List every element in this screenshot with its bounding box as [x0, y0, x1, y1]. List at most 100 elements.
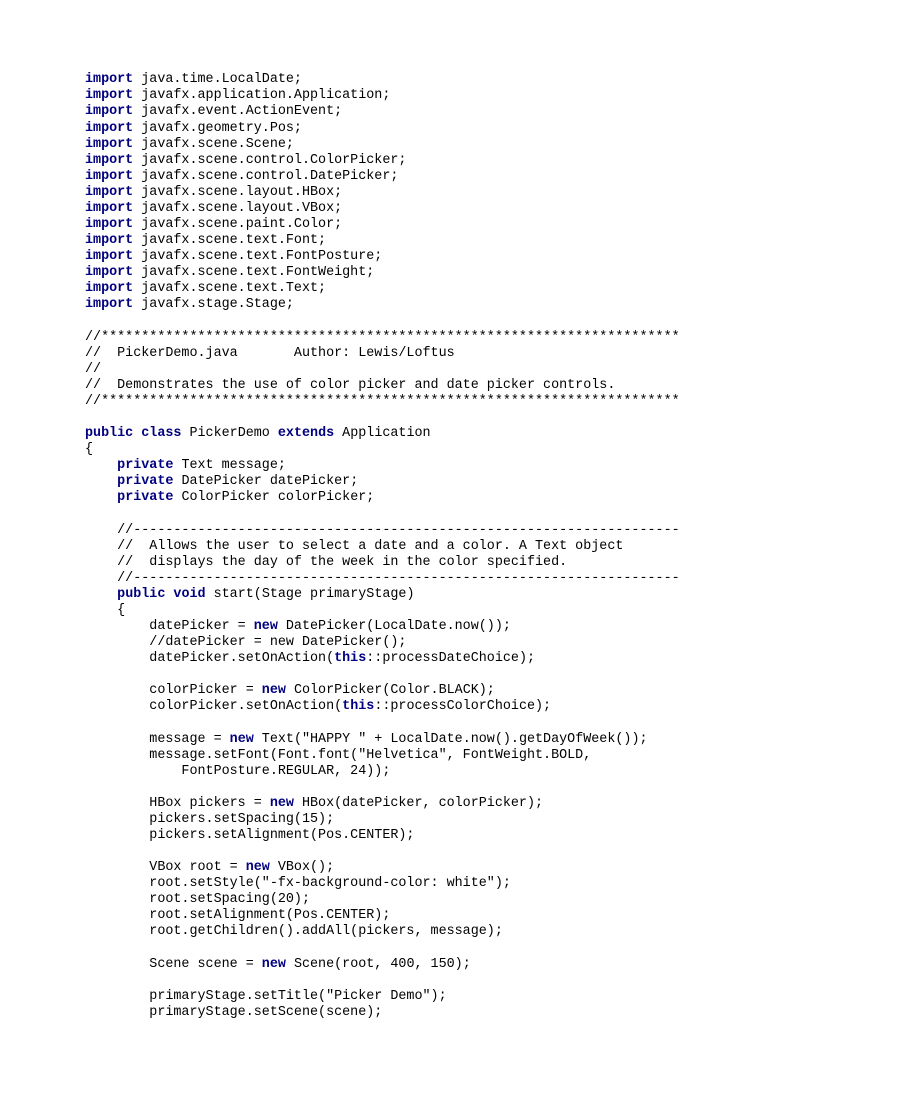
code-token: javafx.stage.Stage; — [133, 297, 294, 312]
code-line: import javafx.scene.control.DatePicker; — [85, 169, 398, 184]
code-token: javafx.scene.text.Font; — [133, 233, 326, 248]
code-line: // Demonstrates the use of color picker … — [85, 378, 615, 393]
code-line: Scene scene = new Scene(root, 400, 150); — [85, 957, 471, 972]
keyword-token: new — [246, 860, 270, 875]
keyword-token: import — [85, 201, 133, 216]
code-token — [85, 458, 117, 473]
code-token: ColorPicker(Color.BLACK); — [286, 683, 495, 698]
code-token: datePicker.setOnAction( — [85, 651, 334, 666]
code-line: import javafx.scene.control.ColorPicker; — [85, 153, 406, 168]
code-line: root.getChildren().addAll(pickers, messa… — [85, 924, 503, 939]
code-token: // Demonstrates the use of color picker … — [85, 378, 615, 393]
code-token: ::processDateChoice); — [366, 651, 535, 666]
code-line: import javafx.scene.text.FontPosture; — [85, 249, 382, 264]
code-line: // PickerDemo.java Author: Lewis/Loftus — [85, 346, 455, 361]
keyword-token: new — [262, 957, 286, 972]
keyword-token: import — [85, 72, 133, 87]
code-token: java.time.LocalDate; — [133, 72, 302, 87]
code-token — [85, 474, 117, 489]
code-token: // — [85, 362, 101, 377]
code-line: import javafx.stage.Stage; — [85, 297, 294, 312]
keyword-token: public — [117, 587, 165, 602]
code-line: // — [85, 362, 101, 377]
code-line: import javafx.scene.Scene; — [85, 137, 294, 152]
code-line: import javafx.scene.layout.HBox; — [85, 185, 342, 200]
code-token: javafx.scene.text.Text; — [133, 281, 326, 296]
code-token: DatePicker datePicker; — [173, 474, 358, 489]
code-line: colorPicker.setOnAction(this::processCol… — [85, 699, 551, 714]
keyword-token: import — [85, 121, 133, 136]
code-line: primaryStage.setScene(scene); — [85, 1005, 382, 1020]
code-token: root.setSpacing(20); — [85, 892, 310, 907]
code-token: root.setAlignment(Pos.CENTER); — [85, 908, 390, 923]
code-line: pickers.setSpacing(15); — [85, 812, 334, 827]
code-line: import javafx.scene.text.FontWeight; — [85, 265, 374, 280]
code-token: javafx.scene.text.FontPosture; — [133, 249, 382, 264]
code-token: javafx.scene.layout.VBox; — [133, 201, 342, 216]
code-line: public class PickerDemo extends Applicat… — [85, 426, 431, 441]
code-token: javafx.scene.Scene; — [133, 137, 294, 152]
code-line: private DatePicker datePicker; — [85, 474, 358, 489]
code-token: pickers.setAlignment(Pos.CENTER); — [85, 828, 414, 843]
code-token: HBox(datePicker, colorPicker); — [294, 796, 543, 811]
code-token: ::processColorChoice); — [374, 699, 551, 714]
code-token: // PickerDemo.java Author: Lewis/Loftus — [85, 346, 455, 361]
code-token: VBox(); — [270, 860, 334, 875]
code-token: //--------------------------------------… — [85, 571, 680, 586]
keyword-token: void — [173, 587, 205, 602]
code-token: javafx.scene.control.DatePicker; — [133, 169, 398, 184]
keyword-token: import — [85, 137, 133, 152]
code-line: import javafx.geometry.Pos; — [85, 121, 302, 136]
keyword-token: import — [85, 169, 133, 184]
code-token: Scene(root, 400, 150); — [286, 957, 471, 972]
code-token: VBox root = — [85, 860, 246, 875]
code-token: pickers.setSpacing(15); — [85, 812, 334, 827]
code-line: private ColorPicker colorPicker; — [85, 490, 374, 505]
code-token: //**************************************… — [85, 394, 680, 409]
code-line: { — [85, 442, 93, 457]
keyword-token: import — [85, 249, 133, 264]
keyword-token: new — [254, 619, 278, 634]
code-line: import javafx.scene.layout.VBox; — [85, 201, 342, 216]
code-line: message = new Text("HAPPY " + LocalDate.… — [85, 732, 648, 747]
code-line: private Text message; — [85, 458, 286, 473]
keyword-token: new — [262, 683, 286, 698]
code-block: import java.time.LocalDate; import javaf… — [85, 72, 898, 1021]
code-line: pickers.setAlignment(Pos.CENTER); — [85, 828, 414, 843]
code-line: message.setFont(Font.font("Helvetica", F… — [85, 748, 591, 763]
code-token: datePicker = — [85, 619, 254, 634]
code-line: import java.time.LocalDate; — [85, 72, 302, 87]
code-line: HBox pickers = new HBox(datePicker, colo… — [85, 796, 543, 811]
code-line: import javafx.scene.text.Text; — [85, 281, 326, 296]
code-token: javafx.application.Application; — [133, 88, 390, 103]
code-token: { — [85, 603, 125, 618]
code-token: Application — [334, 426, 430, 441]
keyword-token: private — [117, 458, 173, 473]
code-line: datePicker.setOnAction(this::processDate… — [85, 651, 535, 666]
code-token: root.getChildren().addAll(pickers, messa… — [85, 924, 503, 939]
code-line: import javafx.scene.text.Font; — [85, 233, 326, 248]
code-token: message = — [85, 732, 230, 747]
code-line: root.setSpacing(20); — [85, 892, 310, 907]
keyword-token: new — [270, 796, 294, 811]
keyword-token: private — [117, 474, 173, 489]
keyword-token: import — [85, 233, 133, 248]
code-line: //**************************************… — [85, 394, 680, 409]
code-token: javafx.scene.text.FontWeight; — [133, 265, 374, 280]
code-token: javafx.scene.layout.HBox; — [133, 185, 342, 200]
keyword-token: private — [117, 490, 173, 505]
code-token: ColorPicker colorPicker; — [173, 490, 374, 505]
code-token: primaryStage.setTitle("Picker Demo"); — [85, 989, 447, 1004]
keyword-token: import — [85, 217, 133, 232]
keyword-token: new — [230, 732, 254, 747]
keyword-token: import — [85, 104, 133, 119]
code-line: VBox root = new VBox(); — [85, 860, 334, 875]
code-line: //datePicker = new DatePicker(); — [85, 635, 406, 650]
code-token: PickerDemo — [181, 426, 277, 441]
keyword-token: import — [85, 185, 133, 200]
code-line: { — [85, 603, 125, 618]
code-line: //--------------------------------------… — [85, 523, 680, 538]
code-token: DatePicker(LocalDate.now()); — [278, 619, 511, 634]
code-line: public void start(Stage primaryStage) — [85, 587, 415, 602]
code-token: { — [85, 442, 93, 457]
